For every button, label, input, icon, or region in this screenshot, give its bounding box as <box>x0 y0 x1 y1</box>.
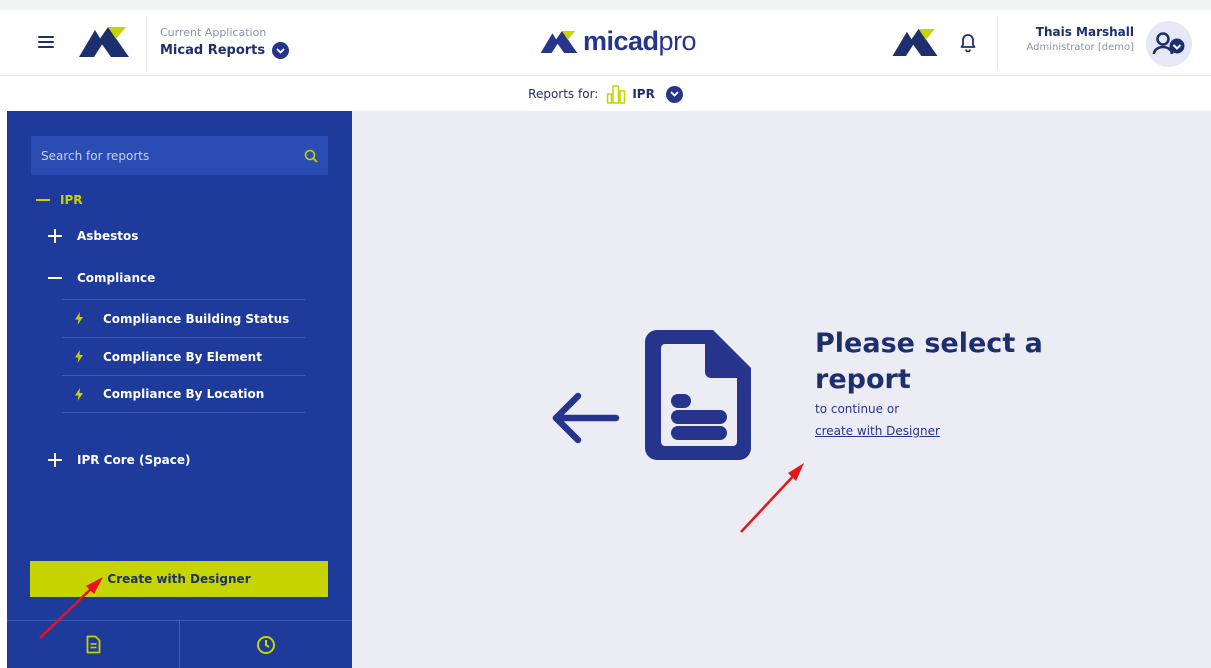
report-item-compliance-by-location[interactable]: Compliance By Location <box>62 375 305 413</box>
tree-node-label: Asbestos <box>77 229 139 243</box>
document-icon <box>86 635 100 654</box>
app-name-label: Micad Reports <box>160 43 266 58</box>
brand-logo: micadpro <box>540 26 697 57</box>
brand-name-main: micad <box>583 26 659 56</box>
tree-node-asbestos[interactable]: Asbestos <box>48 229 138 243</box>
bolt-icon <box>75 312 89 325</box>
sidebar-footer <box>7 620 352 668</box>
report-item-label: Compliance Building Status <box>103 311 290 326</box>
tree-node-ipr[interactable]: IPR <box>36 193 83 207</box>
arrow-left-icon <box>552 392 620 444</box>
user-settings-icon <box>1152 32 1185 55</box>
avatar[interactable] <box>1146 21 1192 67</box>
empty-state-title: Please select a report <box>815 328 1043 395</box>
plus-icon[interactable] <box>48 229 62 243</box>
tree-node-label: Compliance <box>77 271 156 285</box>
report-item-label: Compliance By Location <box>103 387 265 401</box>
logo-mark-icon[interactable] <box>892 29 938 56</box>
tree-node-label: IPR Core (Space) <box>77 453 191 467</box>
plus-icon[interactable] <box>48 453 62 467</box>
hamburger-icon[interactable] <box>38 36 54 48</box>
window-top-strip <box>0 0 1211 10</box>
minus-icon[interactable] <box>48 277 62 279</box>
report-sidebar: IPR Asbestos Compliance Compliance Build… <box>7 111 352 668</box>
tree-node-ipr-core-space[interactable]: IPR Core (Space) <box>48 453 191 467</box>
reports-for-label: Reports for: <box>528 87 599 101</box>
main-content: Please select a report to continue or cr… <box>352 111 1211 668</box>
bolt-icon <box>75 350 89 363</box>
chevron-down-icon[interactable] <box>272 42 290 59</box>
user-role: Administrator [demo] <box>1026 42 1134 53</box>
user-name: Thais Marshall <box>1035 25 1134 39</box>
bolt-icon <box>75 387 89 401</box>
user-info[interactable]: Thais Marshall Administrator [demo] <box>997 17 1141 69</box>
tree-node-label: IPR <box>60 193 83 207</box>
empty-state-subtitle: to continue or <box>815 402 900 416</box>
search-icon[interactable] <box>304 149 318 163</box>
app-header: Current Application Micad Reports micadp… <box>0 10 1211 76</box>
app-name[interactable]: Micad Reports <box>160 42 290 59</box>
minus-icon[interactable] <box>36 199 50 201</box>
search-input[interactable] <box>41 148 304 163</box>
brand-name-suffix: pro <box>658 26 697 56</box>
app-caption: Current Application <box>160 26 267 39</box>
application-switcher[interactable]: Current Application Micad Reports <box>146 16 290 72</box>
building-icon <box>607 85 626 104</box>
chevron-down-icon[interactable] <box>665 85 683 103</box>
logo-mark-icon[interactable] <box>79 27 129 57</box>
search-box[interactable] <box>31 136 328 175</box>
reports-for-bar: Reports for: IPR <box>0 77 1211 111</box>
clock-icon <box>257 635 275 654</box>
reports-tab[interactable] <box>7 621 179 668</box>
report-item-compliance-by-element[interactable]: Compliance By Element <box>62 337 305 375</box>
empty-state-message: Please select a report to continue or cr… <box>815 326 1045 439</box>
report-item-label: Compliance By Element <box>103 349 262 364</box>
bell-icon[interactable] <box>959 32 977 52</box>
brand-name: micadpro <box>583 26 697 57</box>
create-with-designer-link[interactable]: create with Designer <box>815 424 940 438</box>
reports-for-target[interactable]: IPR <box>632 87 655 101</box>
document-icon <box>645 330 751 460</box>
report-item-compliance-building-status[interactable]: Compliance Building Status <box>62 299 305 337</box>
history-tab[interactable] <box>179 621 352 668</box>
logo-mark-icon <box>540 30 578 53</box>
create-with-designer-button[interactable]: Create with Designer <box>30 561 328 597</box>
tree-node-compliance[interactable]: Compliance <box>48 271 155 285</box>
